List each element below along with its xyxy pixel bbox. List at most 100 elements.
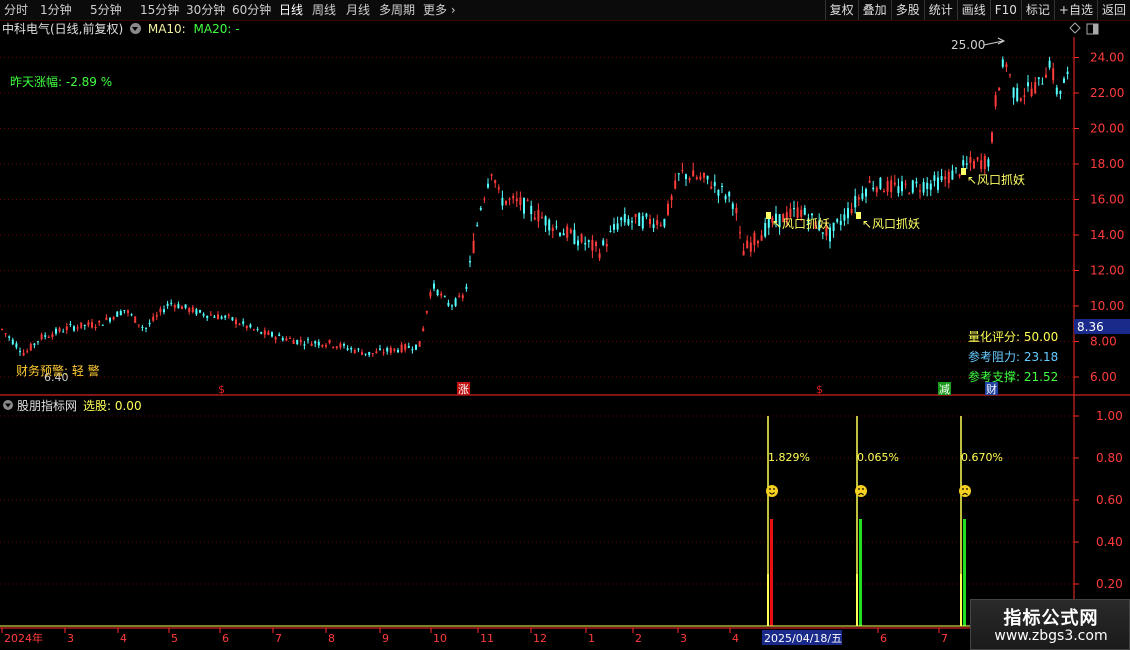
eye <box>773 488 775 490</box>
eye <box>769 488 771 490</box>
candle-body <box>335 346 338 349</box>
candle-body <box>429 292 432 297</box>
candle-body <box>101 324 104 326</box>
time-label: 2024年 <box>4 631 43 645</box>
candle-body <box>843 214 846 221</box>
candle-body <box>764 223 767 237</box>
candle-body <box>141 327 144 329</box>
candle-body <box>487 183 489 188</box>
price-tick: 20.00 <box>1090 122 1124 136</box>
candle-body <box>292 340 295 344</box>
cursor-date: 2025/04/18/五 <box>764 632 842 645</box>
candle-body <box>998 87 1001 91</box>
candle-body <box>631 220 633 223</box>
candle-body <box>598 253 601 259</box>
candle-body <box>652 224 655 229</box>
candle-body <box>883 190 885 193</box>
signal-base <box>856 574 858 626</box>
candle-body <box>454 298 457 306</box>
candle-body <box>839 220 842 225</box>
candle-body <box>1012 87 1015 98</box>
candle-body <box>278 334 281 336</box>
time-label: 1 <box>588 632 595 645</box>
candle-body <box>332 346 335 348</box>
indicator-tick: 0.40 <box>1096 535 1123 549</box>
candle-body <box>166 303 169 306</box>
candle-body <box>170 302 173 304</box>
candle-body <box>436 289 439 296</box>
time-label: 11 <box>480 632 494 645</box>
candle-body <box>231 317 234 321</box>
candle-body <box>119 310 122 316</box>
candle-body <box>911 180 914 193</box>
candle-body <box>58 328 61 332</box>
candle-body <box>591 240 594 251</box>
candle-body <box>908 193 911 195</box>
marker-label: 财 <box>986 382 997 396</box>
candle-body <box>584 242 587 245</box>
candle-body <box>451 305 453 307</box>
candle-body <box>1009 74 1011 76</box>
candle-body <box>789 208 792 218</box>
eye <box>966 488 968 490</box>
candle-body <box>206 315 209 319</box>
signal-pct: 0.065% <box>857 451 899 464</box>
candle-body <box>800 209 803 217</box>
candle-body <box>595 241 597 247</box>
signal-pct: 0.670% <box>961 451 1003 464</box>
candle-body <box>245 325 248 329</box>
site-watermark: 指标公式网 www.zbgs3.com <box>970 599 1130 650</box>
marker-label: 减 <box>939 383 950 396</box>
candle-body <box>1016 87 1019 101</box>
candle-body <box>15 343 18 348</box>
finance-warning: 财务预警: 轻 警 <box>16 363 100 378</box>
candle-body <box>260 332 263 334</box>
candle-body <box>634 213 637 218</box>
signal-label: ↖风口抓妖 <box>967 173 1025 187</box>
candle-body <box>1001 59 1004 67</box>
candle-body <box>530 205 533 215</box>
chart-area[interactable]: 24.0022.0020.0018.0016.0014.0012.0010.00… <box>0 0 1130 650</box>
time-label: 6 <box>880 632 887 645</box>
candle-body <box>199 310 201 313</box>
candle-body <box>962 160 965 166</box>
candle-body <box>677 173 680 175</box>
price-tick: 14.00 <box>1090 228 1124 242</box>
candle-body <box>587 240 590 242</box>
candle-body <box>627 218 630 225</box>
candle-body <box>307 339 309 341</box>
sad-face-icon <box>959 485 971 497</box>
candle-body <box>746 240 749 249</box>
candle-body <box>713 182 716 186</box>
candle-body <box>706 175 709 180</box>
candle-body <box>479 207 482 210</box>
signal-label: ↖风口抓妖 <box>862 217 920 231</box>
indicator-title[interactable]: 股朋指标网 <box>17 398 77 413</box>
candlestick-series <box>1 56 1069 358</box>
candle-body <box>519 197 522 205</box>
price-tick: 16.00 <box>1090 193 1124 207</box>
candle-body <box>325 344 327 347</box>
candle-body <box>1059 90 1062 94</box>
signal-bar <box>963 519 966 626</box>
candle-body <box>721 186 723 188</box>
candle-body <box>1055 87 1058 95</box>
candle-body <box>242 321 245 324</box>
candle-body <box>127 310 129 313</box>
candle-body <box>991 132 993 143</box>
price-tick: 22.00 <box>1090 86 1124 100</box>
support-level: 参考支撑: 21.52 <box>968 369 1058 384</box>
candle-body <box>202 313 205 316</box>
candle-body <box>94 326 97 328</box>
candle-body <box>811 213 813 216</box>
indicator-axis: 1.00 0.80 0.60 0.40 0.20 <box>1074 409 1123 591</box>
signal-pct: 1.829% <box>768 451 810 464</box>
diamond-icon[interactable] <box>1069 22 1081 34</box>
candle-body <box>418 341 421 347</box>
candle-body <box>177 304 180 309</box>
eye <box>862 488 864 490</box>
candle-body <box>976 157 979 160</box>
candle-body <box>433 283 435 289</box>
candle-body <box>425 311 428 313</box>
candle-body <box>922 182 925 193</box>
